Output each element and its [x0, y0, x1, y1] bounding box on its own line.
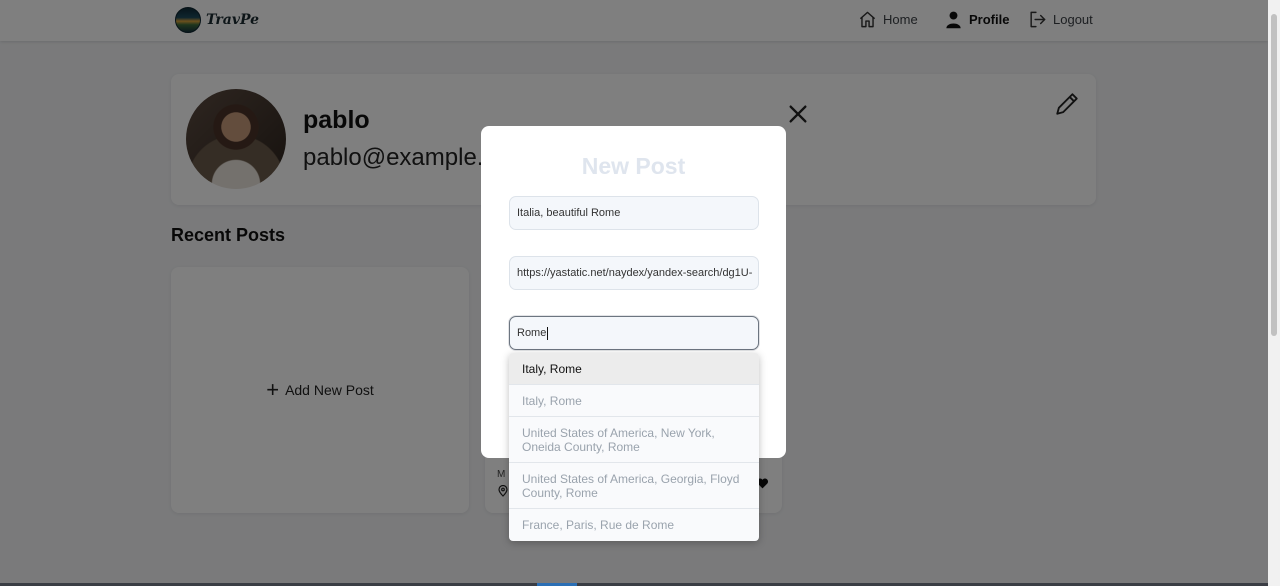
post-title-value: Italia, beautiful Rome	[517, 207, 621, 219]
close-icon[interactable]	[787, 103, 809, 125]
suggestion-item[interactable]: Italy, Rome	[509, 385, 759, 417]
page-scrollbar[interactable]	[1268, 0, 1280, 586]
location-value: Rome	[517, 327, 547, 339]
text-caret	[547, 326, 549, 340]
image-url-input[interactable]: https://yastatic.net/naydex/yandex-searc…	[509, 256, 759, 290]
scrollbar-thumb[interactable]	[1271, 14, 1277, 336]
suggestion-item[interactable]: United States of America, New York, Onei…	[509, 417, 759, 463]
suggestion-item[interactable]: France, Paris, Rue de Rome	[509, 509, 759, 540]
image-url-value: https://yastatic.net/naydex/yandex-searc…	[517, 267, 753, 279]
location-input[interactable]: Rome	[509, 316, 759, 350]
suggestion-item[interactable]: Italy, Rome	[509, 353, 759, 385]
modal-title: New Post	[581, 153, 686, 179]
suggestion-item[interactable]: United States of America, Georgia, Floyd…	[509, 463, 759, 509]
location-suggestions: Italy, Rome Italy, Rome United States of…	[509, 353, 759, 541]
post-title-input[interactable]: Italia, beautiful Rome	[509, 196, 759, 230]
